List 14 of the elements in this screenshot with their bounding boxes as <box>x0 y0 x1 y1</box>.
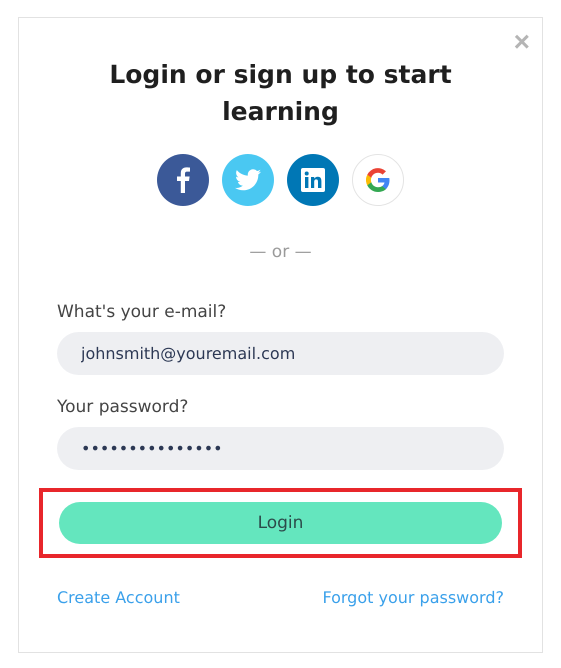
linkedin-icon <box>301 168 325 192</box>
or-divider: — or — <box>249 242 312 262</box>
facebook-login-button[interactable] <box>157 154 209 206</box>
email-field[interactable]: johnsmith@youremail.com <box>57 332 504 375</box>
field-label: Your password? <box>57 397 188 417</box>
linkedin-login-button[interactable] <box>287 154 339 206</box>
google-login-button[interactable] <box>352 154 404 206</box>
facebook-icon <box>176 167 190 193</box>
google-icon <box>366 168 390 192</box>
password-field[interactable]: ••••••••••••••• <box>57 427 504 470</box>
dialog-title: Login or sign up to start learning <box>108 59 453 128</box>
field-label: What's your e-mail? <box>57 302 226 322</box>
login-button[interactable]: Login <box>59 502 502 544</box>
bird-icon <box>235 169 261 191</box>
